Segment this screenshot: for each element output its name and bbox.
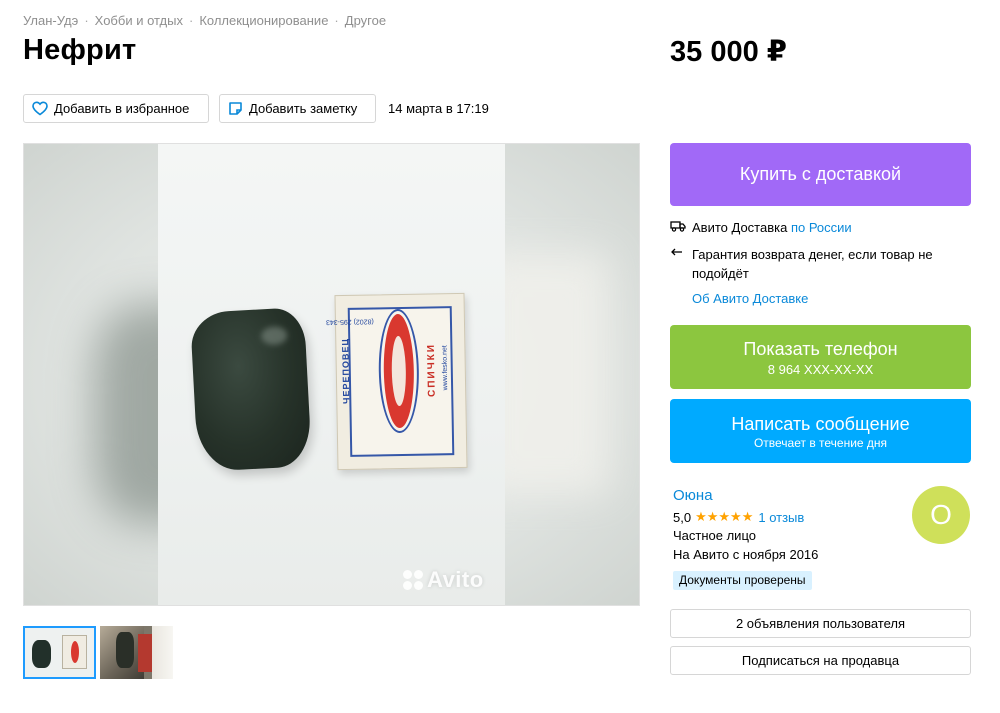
avatar[interactable]: О	[912, 486, 970, 544]
breadcrumb-collecting[interactable]: Коллекционирование	[199, 13, 328, 28]
response-time: Отвечает в течение дня	[753, 435, 888, 450]
return-arrow-icon	[670, 247, 686, 259]
stone-highlight	[260, 326, 288, 346]
breadcrumb-separator: ·	[84, 13, 89, 28]
subscribe-to-seller-button[interactable]: Подписаться на продавца	[670, 646, 971, 675]
add-note-label: Добавить заметку	[249, 101, 358, 116]
truck-icon	[670, 220, 686, 232]
matchbox-phone-text: (8202) 295-343	[325, 317, 374, 326]
breadcrumb-separator: ·	[334, 13, 339, 28]
thumbnail-matchbox	[138, 634, 152, 672]
rating-value: 5,0	[673, 509, 692, 525]
seller-since: На Авито с ноября 2016	[673, 547, 819, 562]
guarantee-text: Гарантия возврата денег, если товар не п…	[692, 247, 933, 281]
seller-type: Частное лицо	[673, 528, 756, 543]
breadcrumb-separator: ·	[188, 13, 194, 28]
thumbnail-stone	[116, 632, 134, 668]
jade-stone-image	[189, 307, 313, 472]
delivery-prefix: Авито Доставка	[692, 220, 788, 235]
add-to-favorites-label: Добавить в избранное	[54, 101, 190, 116]
send-message-button[interactable]: Написать сообщение Отвечает в течение дн…	[670, 399, 971, 463]
thumbnail-2[interactable]	[100, 626, 173, 679]
breadcrumb: Улан-Удэ · Хобби и отдых · Коллекционировани…	[23, 13, 386, 28]
add-note-button[interactable]: Добавить заметку	[219, 94, 376, 123]
thumbnail-stone	[32, 640, 51, 668]
publish-date: 14 марта в 17:19	[388, 101, 489, 116]
about-delivery-link[interactable]: Об Авито Доставке	[692, 291, 808, 306]
heart-icon	[32, 101, 48, 116]
thumbnail-1[interactable]	[23, 626, 96, 679]
avito-logo-icon	[403, 570, 423, 590]
delivery-info: Авито Доставка по России	[670, 218, 852, 237]
phone-number-masked: 8 964 XXX-XX-XX	[767, 361, 874, 377]
send-message-label: Написать сообщение	[731, 413, 910, 434]
breadcrumb-hobby[interactable]: Хобби и отдых	[95, 13, 183, 28]
matchbox-oval-inner	[391, 335, 407, 407]
matchbox-city-text: ЧЕРЕПОВЕЦ	[340, 337, 352, 404]
note-icon	[229, 102, 242, 115]
thumbnail-edge	[152, 626, 173, 679]
breadcrumb-city[interactable]: Улан-Удэ	[23, 13, 78, 28]
thumbnail-matchbox	[62, 635, 87, 669]
guarantee-info: Гарантия возврата денег, если товар не п…	[670, 245, 970, 283]
seller-name-link[interactable]: Оюна	[673, 487, 713, 504]
documents-verified-badge: Документы проверены	[673, 571, 812, 590]
user-listings-button[interactable]: 2 объявления пользователя	[670, 609, 971, 638]
main-photo[interactable]: ЧЕРЕПОВЕЦ СПИЧКИ www.fesko.net (8202) 29…	[23, 143, 640, 606]
matchbox-image: ЧЕРЕПОВЕЦ СПИЧКИ www.fesko.net (8202) 29…	[326, 292, 468, 471]
matchbox-site-text: www.fesko.net	[441, 345, 450, 391]
seller-rating: 5,0 ★★★★★ 1 отзыв	[673, 509, 804, 525]
delivery-region-link[interactable]: по России	[791, 220, 852, 235]
avito-watermark: Avito	[403, 567, 484, 593]
photo-image: ЧЕРЕПОВЕЦ СПИЧКИ www.fesko.net (8202) 29…	[158, 144, 505, 605]
buy-with-delivery-button[interactable]: Купить с доставкой	[670, 143, 971, 206]
page-title: Нефрит	[23, 34, 137, 66]
watermark-text: Avito	[427, 567, 484, 592]
add-to-favorites-button[interactable]: Добавить в избранное	[23, 94, 209, 123]
star-rating-icon: ★★★★★	[695, 509, 754, 524]
breadcrumb-other[interactable]: Другое	[345, 13, 386, 28]
matchbox-product-text: СПИЧКИ	[425, 342, 438, 398]
price: 35 000 ₽	[670, 36, 787, 68]
delivery-text: Авито Доставка по России	[692, 218, 852, 237]
show-phone-button[interactable]: Показать телефон 8 964 XXX-XX-XX	[670, 325, 971, 389]
reviews-link[interactable]: 1 отзыв	[758, 510, 804, 525]
show-phone-label: Показать телефон	[743, 338, 898, 359]
